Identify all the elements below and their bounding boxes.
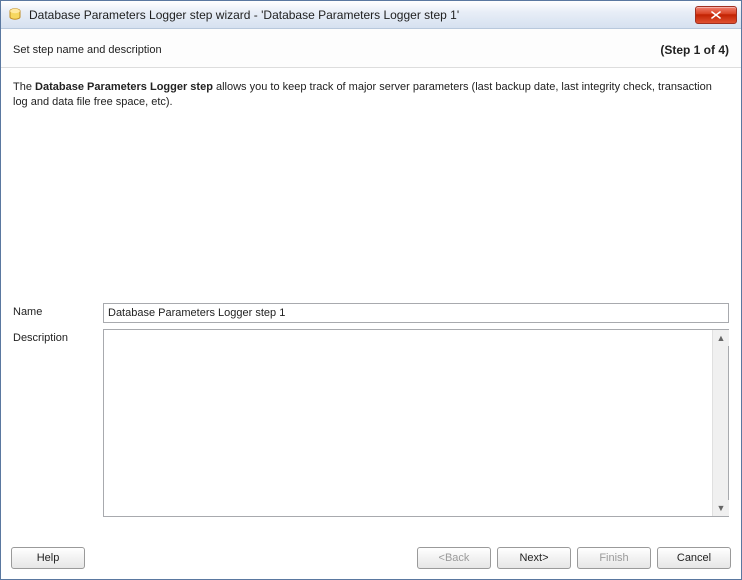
description-label: Description [13, 329, 103, 344]
name-label: Name [13, 303, 103, 318]
back-button[interactable]: <Back [417, 547, 491, 569]
intro-text: The Database Parameters Logger step allo… [13, 80, 729, 111]
form-area: Name Description ▲ ▼ [13, 303, 729, 533]
scroll-down-icon[interactable]: ▼ [713, 500, 729, 516]
subheader-title: Set step name and description [13, 44, 660, 56]
name-input[interactable] [103, 303, 729, 323]
step-indicator: (Step 1 of 4) [660, 43, 729, 57]
titlebar: Database Parameters Logger step wizard -… [1, 1, 741, 29]
content-area: The Database Parameters Logger step allo… [1, 68, 741, 541]
wizard-window: Database Parameters Logger step wizard -… [0, 0, 742, 580]
description-input[interactable] [104, 330, 712, 516]
scrollbar[interactable]: ▲ ▼ [712, 330, 728, 516]
scroll-up-icon[interactable]: ▲ [713, 330, 729, 346]
intro-bold: Database Parameters Logger step [35, 81, 213, 93]
subheader: Set step name and description (Step 1 of… [1, 29, 741, 68]
description-row: Description ▲ ▼ [13, 329, 729, 517]
close-button[interactable] [695, 6, 737, 24]
name-row: Name [13, 303, 729, 323]
description-wrap: ▲ ▼ [103, 329, 729, 517]
footer: Help <Back Next> Finish Cancel [1, 541, 741, 579]
help-button[interactable]: Help [11, 547, 85, 569]
app-icon [7, 7, 23, 23]
cancel-button[interactable]: Cancel [657, 547, 731, 569]
intro-prefix: The [13, 81, 35, 93]
next-button[interactable]: Next> [497, 547, 571, 569]
window-title: Database Parameters Logger step wizard -… [29, 8, 695, 22]
finish-button[interactable]: Finish [577, 547, 651, 569]
